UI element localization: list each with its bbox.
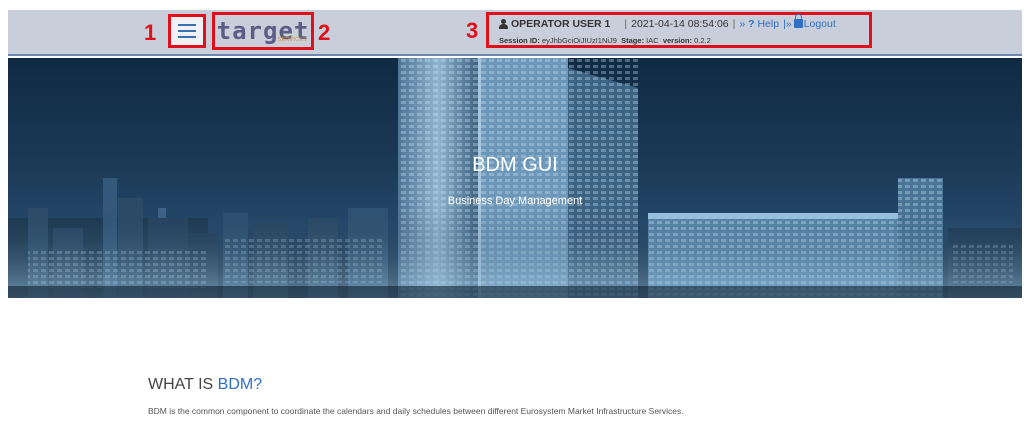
user-name: OPERATOR USER 1 (511, 17, 611, 30)
version-value: 0.2.2 (694, 35, 711, 45)
version-label: version: (662, 35, 693, 45)
heading-prefix: WHAT IS (148, 376, 218, 393)
city-skyline-image (8, 58, 1022, 298)
hero-subtitle: Business Day Management (447, 195, 583, 207)
annotation-number-3: 3 (466, 18, 479, 43)
help-icon: ? (748, 17, 755, 30)
stage-label: Stage: (621, 35, 645, 45)
logout-link[interactable]: |» Logout (783, 13, 836, 30)
menu-button[interactable] (168, 14, 206, 48)
menu-icon (178, 24, 196, 38)
section-description: BDM is the common component to coordinat… (148, 406, 684, 416)
session-id: eyJhbGciOiJIUzI1NiJ9 (541, 35, 617, 45)
logo-subtext: SERVICES (277, 37, 307, 43)
heading-accent: BDM? (217, 376, 263, 393)
user-info-panel: OPERATOR USER 1 | 2021-04-14 08:54:06 | … (486, 12, 872, 48)
section-heading: WHAT IS BDM? (148, 376, 262, 394)
target-logo[interactable]: target SERVICES (212, 12, 314, 50)
datetime: 2021-04-14 08:54:06 (631, 17, 729, 30)
session-label: Session ID: (499, 35, 540, 45)
stage-value: IAC (646, 35, 659, 45)
annotation-number-2: 2 (318, 20, 331, 45)
hero-banner: BDM GUI Business Day Management (8, 58, 1022, 298)
lock-icon (793, 13, 803, 28)
hero-title: BDM GUI (472, 154, 558, 176)
user-icon (499, 18, 508, 29)
help-link[interactable]: » ? Help (739, 18, 779, 30)
annotation-number-1: 1 (144, 20, 157, 45)
